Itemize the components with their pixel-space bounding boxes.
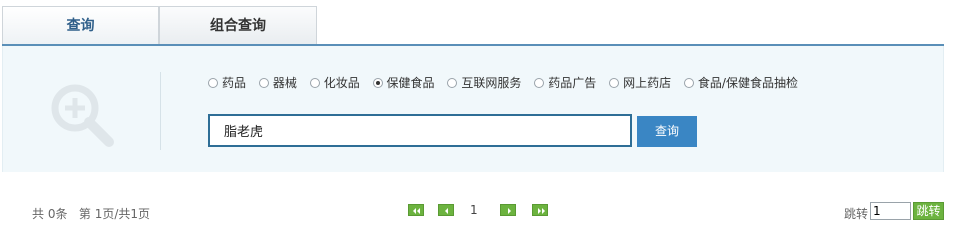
panel-divider xyxy=(160,72,161,150)
last-page-icon xyxy=(538,208,545,214)
radio-internet-service[interactable]: 互联网服务 xyxy=(447,74,521,91)
tab-combined-query[interactable]: 组合查询 xyxy=(159,6,317,44)
page-info: 第 1页/共1页 xyxy=(78,207,151,221)
radio-label: 保健食品 xyxy=(386,76,435,90)
next-page-button[interactable] xyxy=(500,204,516,216)
result-summary: 共 0条 第 1页/共1页 xyxy=(32,205,150,222)
jump-label: 跳转 xyxy=(844,207,869,221)
radio-label: 食品/保健食品抽检 xyxy=(697,76,798,90)
prev-page-button[interactable] xyxy=(438,204,454,216)
jump-button[interactable]: 跳转 xyxy=(913,202,944,220)
radio-label: 器械 xyxy=(272,76,297,90)
first-page-icon xyxy=(413,208,420,214)
radio-label: 药品广告 xyxy=(548,76,597,90)
current-page-number[interactable]: 1 xyxy=(470,203,478,217)
radio-label: 网上药店 xyxy=(623,76,672,90)
radio-drugs[interactable]: 药品 xyxy=(208,74,246,91)
total-count: 共 0条 xyxy=(32,207,68,221)
pagination-bar: 共 0条 第 1页/共1页 1 跳转 跳转 xyxy=(0,172,956,240)
next-page-icon xyxy=(508,208,511,214)
radio-button[interactable] xyxy=(609,77,620,88)
radio-label: 化妆品 xyxy=(323,76,360,90)
magnifier-plus-icon xyxy=(51,84,114,147)
radio-label: 药品 xyxy=(222,76,247,90)
radio-button[interactable] xyxy=(208,77,218,88)
radio-online-pharmacy[interactable]: 网上药店 xyxy=(609,74,671,91)
search-button[interactable]: 查询 xyxy=(637,116,697,147)
radio-drug-ads[interactable]: 药品广告 xyxy=(534,74,596,91)
radio-devices[interactable]: 器械 xyxy=(258,74,297,91)
first-page-button[interactable] xyxy=(408,204,424,216)
search-panel: 药品 器械 化妆品 保健食品 互联网服务 药品广告 网上药店 食品/保健食品抽检… xyxy=(2,46,944,172)
radio-button[interactable] xyxy=(447,77,458,88)
radio-button[interactable] xyxy=(258,77,269,88)
radio-food-inspection[interactable]: 食品/保健食品抽检 xyxy=(683,74,798,91)
tab-query[interactable]: 查询 xyxy=(2,6,159,44)
prev-page-icon xyxy=(445,208,448,214)
category-radio-group: 药品 器械 化妆品 保健食品 互联网服务 药品广告 网上药店 食品/保健食品抽检 xyxy=(208,74,807,94)
radio-button[interactable] xyxy=(534,77,545,88)
search-input[interactable] xyxy=(208,114,632,147)
radio-label: 互联网服务 xyxy=(461,76,522,90)
jump-page-input[interactable] xyxy=(870,202,911,220)
radio-button[interactable] xyxy=(683,77,694,88)
radio-cosmetics[interactable]: 化妆品 xyxy=(309,74,360,91)
last-page-button[interactable] xyxy=(532,204,548,216)
radio-button[interactable] xyxy=(372,77,383,88)
radio-button[interactable] xyxy=(309,77,320,88)
radio-health-food[interactable]: 保健食品 xyxy=(372,74,435,91)
